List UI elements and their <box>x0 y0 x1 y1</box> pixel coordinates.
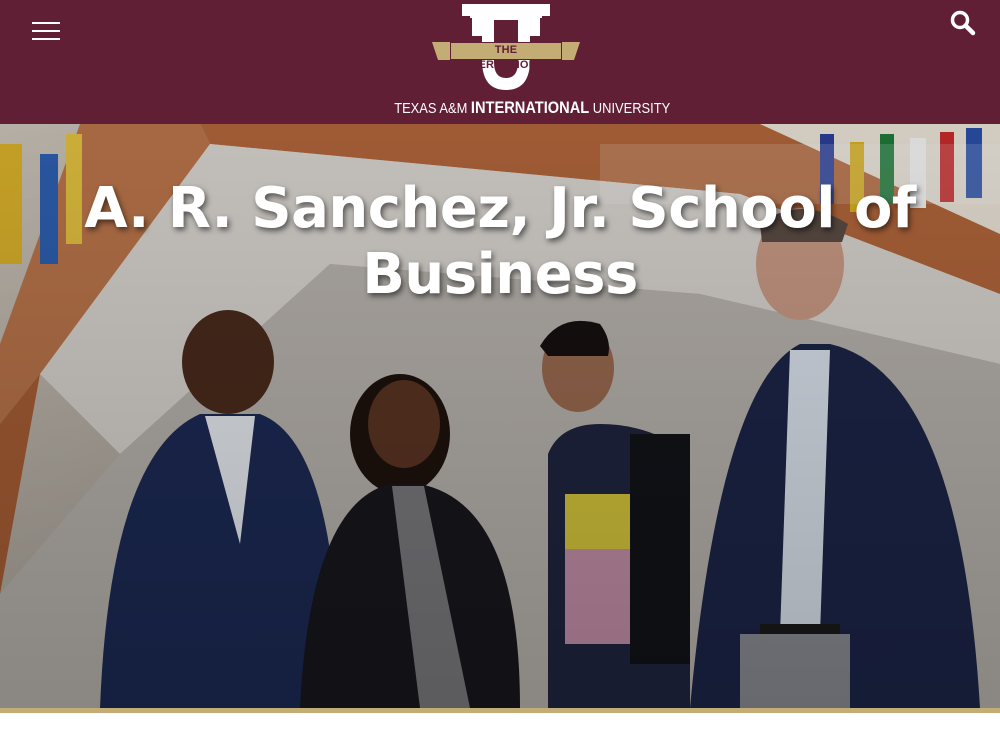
university-wordmark: TEXAS A&M INTERNATIONAL UNIVERSITY <box>394 98 670 119</box>
search-icon-glyph <box>950 10 976 36</box>
page-title: A. R. Sanchez, Jr. School of Business <box>84 176 916 307</box>
menu-bar-middle <box>32 30 60 32</box>
menu-bar-top <box>32 22 60 24</box>
hamburger-menu-icon[interactable] <box>32 22 60 42</box>
wordmark-bold: INTERNATIONAL <box>470 98 590 117</box>
university-logo[interactable]: THE INTERNATIONAL TEXAS A&M INTERNATIONA… <box>376 2 670 120</box>
content-area <box>0 713 1000 750</box>
wordmark-right: UNIVERSITY <box>592 100 671 117</box>
wordmark-left: TEXAS A&M <box>394 100 468 117</box>
hero-banner: A. R. Sanchez, Jr. School of Business <box>0 124 1000 708</box>
logo-band-text: THE INTERNATIONAL <box>450 42 562 71</box>
site-header: THE INTERNATIONAL TEXAS A&M INTERNATIONA… <box>0 0 1000 124</box>
search-icon[interactable] <box>950 10 976 36</box>
menu-bar-bottom <box>32 38 60 40</box>
